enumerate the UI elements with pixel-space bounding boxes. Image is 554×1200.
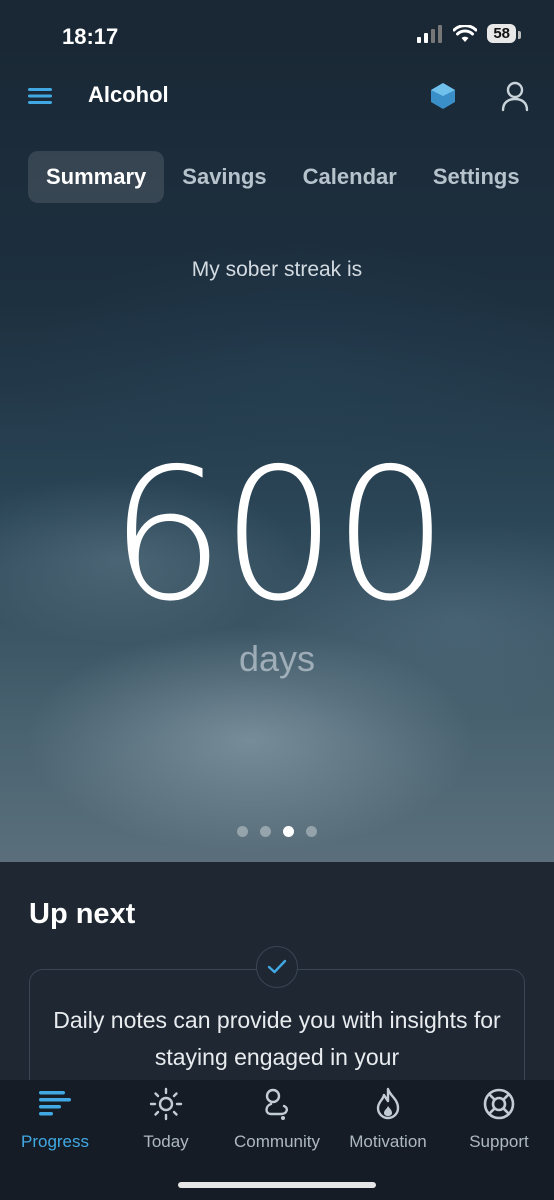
tab-bar: Summary Savings Calendar Settings — [28, 151, 554, 203]
menu-icon[interactable] — [28, 84, 52, 108]
lifebuoy-icon — [483, 1088, 515, 1120]
nav-label: Progress — [20, 1132, 90, 1151]
profile-icon[interactable] — [500, 80, 530, 112]
nav-label: Today — [143, 1132, 189, 1151]
page-title: Alcohol — [88, 82, 169, 107]
sun-icon — [149, 1087, 183, 1121]
page-indicator — [0, 826, 554, 837]
community-icon — [265, 1088, 289, 1120]
nav-label: Motivation — [349, 1132, 427, 1151]
tab-settings[interactable]: Settings — [415, 151, 538, 203]
nav-progress[interactable]: Progress — [0, 1086, 110, 1152]
progress-bars-icon — [39, 1091, 71, 1116]
check-icon — [256, 946, 298, 988]
page-dot-active[interactable] — [283, 826, 294, 837]
signal-icon — [417, 24, 443, 43]
premium-hexagon-icon[interactable] — [430, 82, 456, 110]
battery-icon: 58 — [487, 24, 521, 43]
nav-motivation[interactable]: Motivation — [333, 1086, 443, 1152]
streak-count: 600 — [109, 429, 448, 641]
wifi-icon — [453, 24, 478, 42]
page-dot[interactable] — [260, 826, 271, 837]
tab-savings[interactable]: Savings — [164, 151, 284, 203]
app-bar: Alcohol — [0, 72, 554, 120]
nav-today[interactable]: Today — [111, 1086, 221, 1152]
status-icons: 58 — [417, 24, 521, 43]
bottom-nav: Progress Today Community Motivation Supp… — [0, 1080, 554, 1200]
streak-caption: My sober streak is — [191, 258, 363, 281]
nav-community[interactable]: Community — [222, 1086, 332, 1152]
flame-icon — [376, 1087, 400, 1120]
tab-summary[interactable]: Summary — [28, 151, 165, 203]
streak-unit: days — [238, 638, 316, 679]
nav-support[interactable]: Support — [444, 1086, 554, 1152]
page-dot[interactable] — [237, 826, 248, 837]
nav-label: Community — [234, 1132, 320, 1151]
status-bar: 18:17 58 — [0, 0, 554, 72]
status-time: 18:17 — [62, 24, 119, 49]
nav-label: Support — [469, 1132, 529, 1151]
home-indicator — [178, 1182, 376, 1188]
page-dot[interactable] — [306, 826, 317, 837]
up-next-card-text: Daily notes can provide you with insight… — [53, 1007, 501, 1070]
up-next-section: Up next Daily notes can provide you with… — [0, 862, 554, 1131]
up-next-title: Up next — [29, 898, 136, 930]
tab-calendar[interactable]: Calendar — [285, 151, 415, 203]
